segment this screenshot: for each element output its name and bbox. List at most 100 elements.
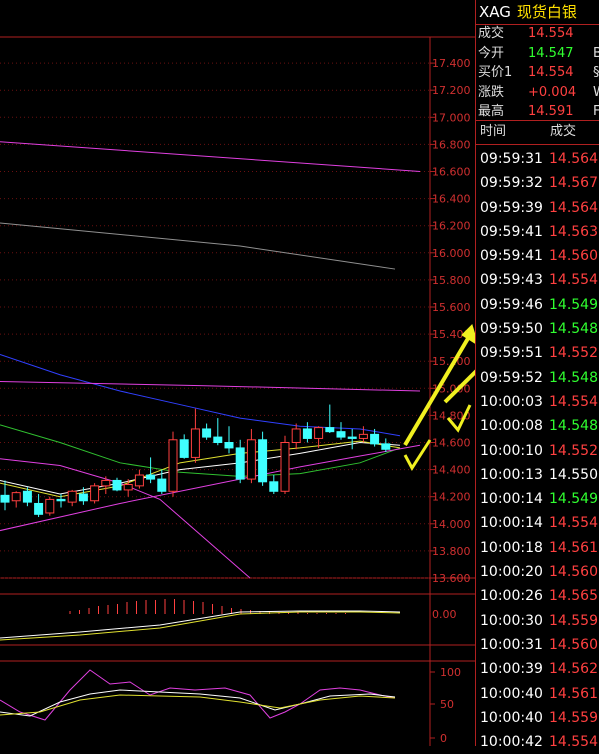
tick-row: 10:00:39 14.562 xyxy=(476,657,599,681)
candle-body xyxy=(67,490,77,503)
macd-line xyxy=(0,610,401,639)
tick-price: 14.559 xyxy=(549,709,598,726)
quote-value: 14.554 xyxy=(528,65,574,80)
tick-row: 09:59:39 14.564 xyxy=(476,196,599,220)
tick-row: 10:00:20 14.560 xyxy=(476,560,599,584)
quote-label: 买价1 xyxy=(478,65,513,80)
tick-time: 10:00:20 xyxy=(480,564,543,581)
y-tick-label: 13.600 xyxy=(432,572,471,585)
quote-value: +0.004 xyxy=(528,84,577,100)
tick-time: 09:59:41 xyxy=(480,248,543,265)
tick-time: 10:00:40 xyxy=(480,685,543,702)
tick-price: 14.564 xyxy=(549,199,598,216)
ma-line xyxy=(0,222,396,270)
ma-line xyxy=(0,441,401,495)
y-tick-label: 15.800 xyxy=(432,274,471,287)
tick-price: 14.561 xyxy=(549,539,598,556)
candle-body xyxy=(78,493,88,502)
tick-price: 14.560 xyxy=(549,248,598,265)
tick-row: 10:00:31 14.560 xyxy=(476,633,599,657)
kdj-tick-label: 50 xyxy=(440,698,454,711)
candle-body xyxy=(56,498,66,502)
symbol-name: 现货白银 xyxy=(516,3,577,21)
quote-extra: § xyxy=(593,65,599,80)
candle-body xyxy=(123,484,133,491)
tick-row: 09:59:46 14.549 xyxy=(476,293,599,317)
tick-time: 10:00:08 xyxy=(480,418,543,435)
tick-time: 09:59:32 xyxy=(480,175,543,192)
tick-price: 14.548 xyxy=(549,369,598,386)
candle-body xyxy=(34,502,44,515)
tick-time: 10:00:18 xyxy=(480,539,543,556)
tick-time: 09:59:31 xyxy=(480,151,543,167)
tick-time: 10:00:30 xyxy=(480,612,543,629)
tick-price: 14.554 xyxy=(549,734,598,751)
quote-value: 14.591 xyxy=(528,104,574,119)
ma-line xyxy=(0,381,421,392)
quote-label: 成交 xyxy=(478,26,505,41)
candle-body xyxy=(224,442,234,449)
candle-body xyxy=(358,433,368,439)
candle-body xyxy=(168,439,178,492)
candle-body xyxy=(235,447,245,480)
candle-body xyxy=(325,427,335,433)
price-column-header: 成交 xyxy=(550,124,577,139)
tick-time: 10:00:39 xyxy=(480,661,543,678)
quote-extra: B xyxy=(593,45,599,61)
tick-price: 14.560 xyxy=(549,564,598,581)
separator xyxy=(476,144,599,145)
quote-panel: XAG 现货白银 成交 14.554 今开 14.547 B 买价1 14.554 § 涨跌 +0.… xyxy=(475,0,599,750)
tick-row: 09:59:43 14.554 xyxy=(476,268,599,292)
quote-label: 最高 xyxy=(478,104,505,119)
candle-body xyxy=(302,428,312,439)
quote-info: 成交 14.554 今开 14.547 B 买价1 14.554 § 涨跌 +0.004 W 最高 14… xyxy=(476,24,599,122)
tick-price: 14.554 xyxy=(549,515,598,532)
kdj-d-line xyxy=(0,694,396,716)
tick-price: 14.548 xyxy=(549,321,598,338)
symbol-code: XAG xyxy=(479,3,511,21)
quote-row: 成交 14.554 xyxy=(476,24,599,44)
candle-body xyxy=(347,436,357,439)
candle-body xyxy=(11,492,21,502)
tick-row: 10:00:30 14.559 xyxy=(476,609,599,633)
tick-price: 14.559 xyxy=(549,612,598,629)
candle-body xyxy=(0,494,10,503)
tick-row: 10:00:18 14.561 xyxy=(476,536,599,560)
ticks-header: 时间 成交 xyxy=(476,122,599,142)
tick-row: 09:59:41 14.563 xyxy=(476,220,599,244)
quote-row: 买价1 14.554 § xyxy=(476,63,599,83)
tick-time: 10:00:14 xyxy=(480,491,543,508)
quote-row: 涨跌 +0.004 W xyxy=(476,83,599,103)
candle-body xyxy=(146,474,156,480)
tick-row: 10:00:42 14.554 xyxy=(476,730,599,754)
y-tick-label: 15.600 xyxy=(432,301,471,314)
candle-body xyxy=(90,485,100,502)
tick-price: 14.563 xyxy=(549,223,598,240)
tick-row: 10:00:40 14.561 xyxy=(476,682,599,706)
candle-body xyxy=(45,498,55,514)
y-tick-label: 16.600 xyxy=(432,166,471,179)
candle-body xyxy=(258,439,268,483)
tick-row: 09:59:51 14.552 xyxy=(476,341,599,365)
tick-row: 09:59:31 14.564 xyxy=(476,147,599,171)
tick-price: 14.554 xyxy=(549,272,598,289)
tick-row: 10:00:08 14.548 xyxy=(476,414,599,438)
tick-price: 14.549 xyxy=(549,491,598,508)
quote-row: 今开 14.547 B xyxy=(476,44,599,64)
candlestick-chart: 17.400 17.200 17.000 16.800 16.600 16.400 16.2… xyxy=(0,36,475,746)
tick-time: 09:59:46 xyxy=(480,296,543,313)
tick-price: 14.549 xyxy=(549,296,598,313)
candle-body xyxy=(314,427,324,439)
candle-body xyxy=(22,490,32,503)
annotation-mark xyxy=(403,439,432,471)
tick-row: 10:00:26 14.565 xyxy=(476,584,599,608)
symbol-header: XAG 现货白银 xyxy=(476,0,599,24)
y-tick-label: 16.800 xyxy=(432,138,471,151)
y-tick-label: 14.400 xyxy=(432,464,471,477)
tick-row: 10:00:13 14.550 xyxy=(476,463,599,487)
y-tick-label: 17.400 xyxy=(432,57,471,70)
tick-row: 09:59:41 14.560 xyxy=(476,244,599,268)
kdj-j-line xyxy=(0,669,396,721)
candle-body xyxy=(202,428,212,438)
tick-row: 10:00:14 14.554 xyxy=(476,511,599,535)
